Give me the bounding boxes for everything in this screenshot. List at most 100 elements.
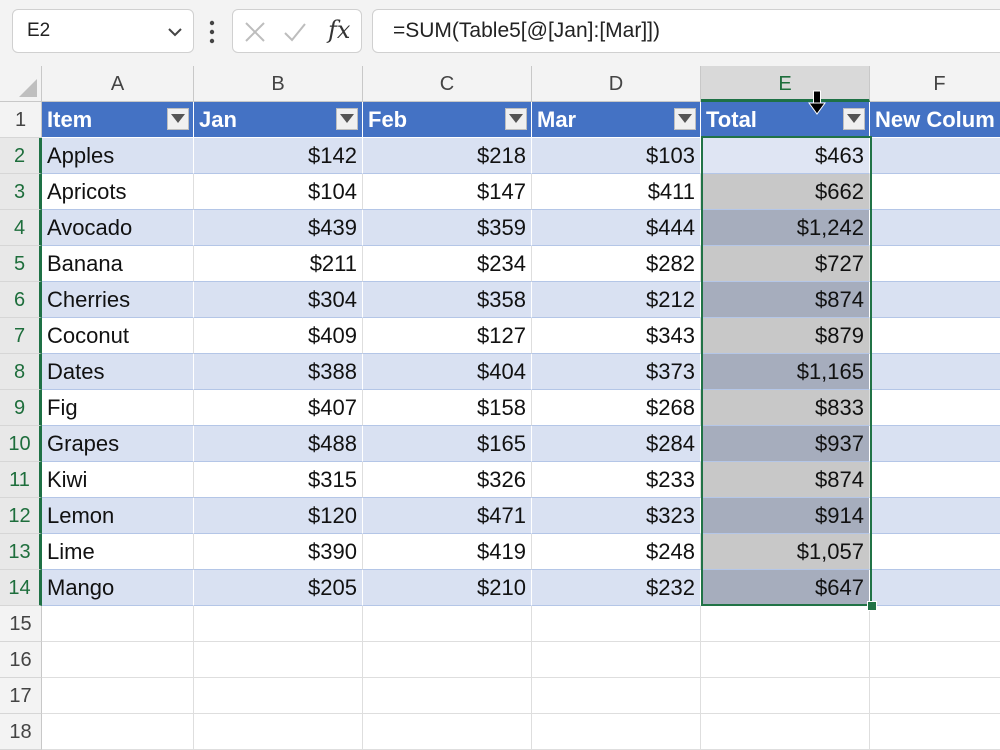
table-cell-item[interactable]: Apricots: [42, 174, 194, 210]
table-cell[interactable]: $874: [701, 462, 870, 498]
table-cell[interactable]: [870, 390, 1000, 426]
table-cell-item[interactable]: Banana: [42, 246, 194, 282]
table-cell[interactable]: $727: [701, 246, 870, 282]
row-header-12[interactable]: 12: [0, 498, 42, 534]
table-cell[interactable]: $662: [701, 174, 870, 210]
table-cell-item[interactable]: Fig: [42, 390, 194, 426]
table-cell[interactable]: $439: [194, 210, 363, 246]
empty-cell[interactable]: [532, 606, 701, 642]
table-cell[interactable]: $211: [194, 246, 363, 282]
table-cell[interactable]: $127: [363, 318, 532, 354]
formula-input[interactable]: =SUM(Table5[@[Jan]:[Mar]]): [372, 9, 1000, 53]
table-cell[interactable]: $388: [194, 354, 363, 390]
table-cell[interactable]: $409: [194, 318, 363, 354]
table-header-jan[interactable]: Jan: [194, 102, 363, 138]
table-cell[interactable]: $914: [701, 498, 870, 534]
table-cell[interactable]: [870, 534, 1000, 570]
table-cell[interactable]: [870, 426, 1000, 462]
table-cell[interactable]: $234: [363, 246, 532, 282]
insert-function-icon[interactable]: fx: [328, 16, 350, 44]
fill-handle[interactable]: [867, 601, 877, 611]
row-header-18[interactable]: 18: [0, 714, 42, 750]
table-cell-item[interactable]: Coconut: [42, 318, 194, 354]
table-cell[interactable]: $343: [532, 318, 701, 354]
empty-cell[interactable]: [532, 678, 701, 714]
table-cell[interactable]: [870, 318, 1000, 354]
table-cell[interactable]: $488: [194, 426, 363, 462]
table-cell-item[interactable]: Kiwi: [42, 462, 194, 498]
empty-cell[interactable]: [42, 642, 194, 678]
table-cell[interactable]: $232: [532, 570, 701, 606]
table-cell[interactable]: $326: [363, 462, 532, 498]
table-cell[interactable]: $404: [363, 354, 532, 390]
empty-cell[interactable]: [194, 678, 363, 714]
empty-cell[interactable]: [42, 678, 194, 714]
empty-cell[interactable]: [701, 714, 870, 750]
table-cell[interactable]: $647: [701, 570, 870, 606]
table-header-total[interactable]: Total: [701, 102, 870, 138]
more-options-icon[interactable]: [202, 18, 222, 46]
table-cell[interactable]: [870, 174, 1000, 210]
name-box[interactable]: E2: [12, 9, 194, 53]
row-header-14[interactable]: 14: [0, 570, 42, 606]
table-cell[interactable]: $304: [194, 282, 363, 318]
table-cell-item[interactable]: Lemon: [42, 498, 194, 534]
table-cell[interactable]: [870, 138, 1000, 174]
enter-check-icon[interactable]: [283, 20, 307, 44]
table-cell[interactable]: $158: [363, 390, 532, 426]
table-cell[interactable]: [870, 210, 1000, 246]
table-cell[interactable]: $212: [532, 282, 701, 318]
table-cell-item[interactable]: Mango: [42, 570, 194, 606]
chevron-down-icon[interactable]: [165, 22, 185, 42]
empty-cell[interactable]: [870, 642, 1000, 678]
table-cell[interactable]: $463: [701, 138, 870, 174]
column-header-e[interactable]: E: [701, 66, 870, 102]
table-cell[interactable]: $359: [363, 210, 532, 246]
row-header-11[interactable]: 11: [0, 462, 42, 498]
table-cell[interactable]: $874: [701, 282, 870, 318]
table-cell[interactable]: $937: [701, 426, 870, 462]
table-cell[interactable]: $833: [701, 390, 870, 426]
table-cell-item[interactable]: Apples: [42, 138, 194, 174]
table-cell[interactable]: $358: [363, 282, 532, 318]
empty-cell[interactable]: [194, 642, 363, 678]
row-header-4[interactable]: 4: [0, 210, 42, 246]
table-header-new-colum[interactable]: New Colum: [870, 102, 1000, 138]
table-cell[interactable]: $373: [532, 354, 701, 390]
column-header-b[interactable]: B: [194, 66, 363, 102]
table-cell[interactable]: $205: [194, 570, 363, 606]
table-cell[interactable]: $104: [194, 174, 363, 210]
column-header-a[interactable]: A: [42, 66, 194, 102]
row-header-6[interactable]: 6: [0, 282, 42, 318]
empty-cell[interactable]: [701, 678, 870, 714]
row-header-5[interactable]: 5: [0, 246, 42, 282]
row-header-10[interactable]: 10: [0, 426, 42, 462]
table-cell[interactable]: $147: [363, 174, 532, 210]
table-cell[interactable]: $282: [532, 246, 701, 282]
empty-cell[interactable]: [363, 714, 532, 750]
filter-dropdown-icon[interactable]: [505, 108, 527, 130]
row-header-13[interactable]: 13: [0, 534, 42, 570]
table-cell-item[interactable]: Dates: [42, 354, 194, 390]
select-all-corner[interactable]: [0, 66, 42, 102]
filter-dropdown-icon[interactable]: [843, 108, 865, 130]
table-cell[interactable]: $419: [363, 534, 532, 570]
table-cell[interactable]: $1,242: [701, 210, 870, 246]
row-header-16[interactable]: 16: [0, 642, 42, 678]
table-cell[interactable]: $315: [194, 462, 363, 498]
table-cell[interactable]: [870, 570, 1000, 606]
table-cell[interactable]: [870, 462, 1000, 498]
table-cell[interactable]: $411: [532, 174, 701, 210]
table-cell-item[interactable]: Grapes: [42, 426, 194, 462]
table-cell[interactable]: $1,165: [701, 354, 870, 390]
row-header-7[interactable]: 7: [0, 318, 42, 354]
cancel-icon[interactable]: [243, 20, 267, 44]
table-header-item[interactable]: Item: [42, 102, 194, 138]
table-cell[interactable]: $407: [194, 390, 363, 426]
empty-cell[interactable]: [532, 642, 701, 678]
empty-cell[interactable]: [363, 642, 532, 678]
empty-cell[interactable]: [701, 642, 870, 678]
table-cell[interactable]: $248: [532, 534, 701, 570]
empty-cell[interactable]: [42, 606, 194, 642]
table-cell[interactable]: $165: [363, 426, 532, 462]
